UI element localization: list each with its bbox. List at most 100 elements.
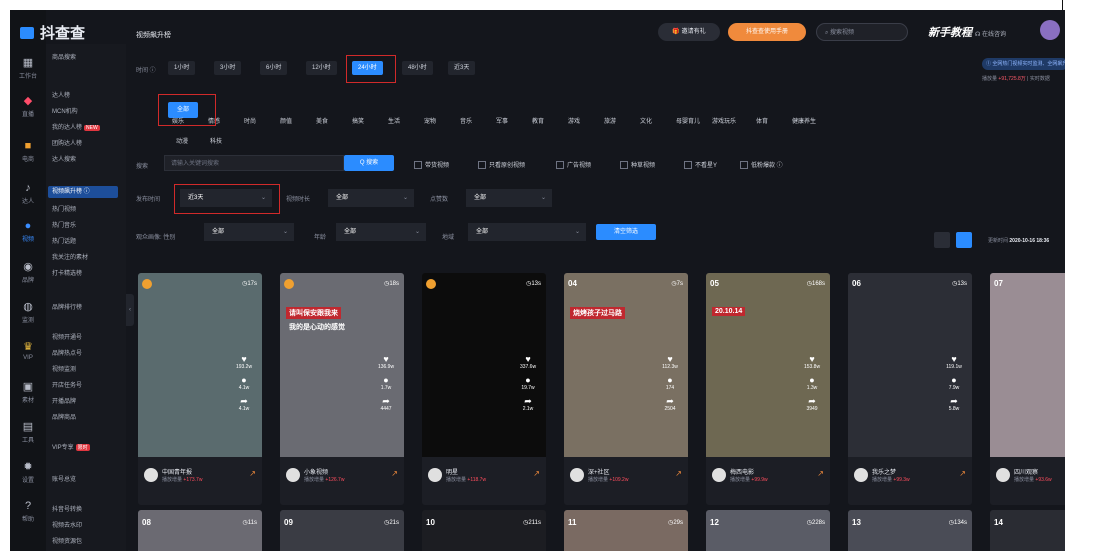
rail-item-help[interactable]: ? 帮助 bbox=[10, 500, 46, 523]
rail-item-talent[interactable]: ♪ 达人 bbox=[10, 182, 46, 205]
author-name[interactable]: 中国青年报 bbox=[162, 467, 192, 476]
notice-banner[interactable]: ① 全网热门视频实时监测、全网飙升视频 bbox=[982, 58, 1065, 70]
invite-button[interactable]: 🎁 邀请有礼 bbox=[658, 23, 720, 41]
rail-item-video[interactable]: ● 视频 bbox=[10, 220, 46, 243]
category-item[interactable]: 宠物 bbox=[424, 116, 436, 125]
submenu-item[interactable]: 视频去水印 bbox=[52, 520, 82, 529]
author-name[interactable]: 我乐之梦 bbox=[872, 467, 896, 476]
comment-count[interactable]: ● 4.1w bbox=[232, 376, 256, 392]
submenu-item-video-rising[interactable]: 视频飙升榜 ⓘ bbox=[48, 186, 118, 198]
region-select[interactable]: 全部 ⌄ bbox=[468, 223, 586, 241]
like-count[interactable]: ♥ 112.3w bbox=[658, 355, 682, 371]
rail-item-live[interactable]: ◆ 直播 bbox=[10, 94, 46, 118]
author-name[interactable]: 明星 bbox=[446, 467, 458, 476]
submenu-item[interactable]: 视频开通号 bbox=[52, 332, 82, 341]
comment-count[interactable]: ● 7.9w bbox=[942, 376, 966, 392]
like-count[interactable]: ♥ 153.8w bbox=[800, 355, 824, 371]
author-avatar[interactable] bbox=[996, 468, 1010, 482]
duration-select[interactable]: 全部 ⌄ bbox=[328, 189, 414, 207]
rail-item-material[interactable]: ▣ 素材 bbox=[10, 380, 46, 404]
submenu-item[interactable]: 账号总览 bbox=[52, 474, 76, 483]
category-item[interactable]: 时尚 bbox=[244, 116, 256, 125]
video-card[interactable]: 06 ◷13s ♥ 119.1w ● 7.9w ➦ 5.8w 我乐之梦 播放增量 +99.3w ↗ bbox=[848, 273, 972, 505]
comment-count[interactable]: ● 19.7w bbox=[516, 376, 540, 392]
like-count[interactable]: ♥ 119.1w bbox=[942, 355, 966, 371]
manual-button[interactable]: 抖查查使用手册 bbox=[728, 23, 806, 41]
category-item[interactable]: 生活 bbox=[388, 116, 400, 125]
category-item[interactable]: 美食 bbox=[316, 116, 328, 125]
category-item[interactable]: 游戏 bbox=[568, 116, 580, 125]
video-card[interactable]: 10 ◷211s bbox=[422, 510, 546, 551]
submenu-item[interactable]: 我关注的素材 bbox=[52, 252, 88, 261]
likes-select[interactable]: 全部 ⌄ bbox=[466, 189, 552, 207]
share-count[interactable]: ➦ 2504 bbox=[658, 397, 682, 413]
submenu-item[interactable]: 品牌商品 bbox=[52, 412, 76, 421]
search-input[interactable]: ⌕ 搜索视频 bbox=[816, 23, 908, 41]
external-link-icon[interactable]: ↗ bbox=[817, 469, 824, 478]
submenu-item[interactable]: MCN机构 bbox=[52, 106, 78, 115]
age-select[interactable]: 全部 ⌄ bbox=[336, 223, 426, 241]
avatar[interactable] bbox=[1040, 20, 1060, 40]
checkbox-xingtu[interactable]: 不看星Y bbox=[684, 160, 717, 170]
checkbox-ad[interactable]: 广告视频 bbox=[556, 160, 591, 170]
collapse-handle[interactable]: ‹ bbox=[126, 294, 134, 326]
video-thumbnail[interactable] bbox=[990, 273, 1065, 457]
category-item[interactable]: 颜值 bbox=[280, 116, 292, 125]
submenu-item[interactable]: 热门视频 bbox=[52, 204, 76, 213]
author-avatar[interactable] bbox=[286, 468, 300, 482]
rail-item-workbench[interactable]: ▦ 工作台 bbox=[10, 56, 46, 80]
time-option[interactable]: 近3天 bbox=[448, 61, 476, 75]
grid-view-toggle[interactable] bbox=[934, 232, 950, 248]
external-link-icon[interactable]: ↗ bbox=[959, 469, 966, 478]
author-name[interactable]: 四川观察 bbox=[1014, 467, 1038, 476]
rail-item-brand[interactable]: ◉ 品牌 bbox=[10, 260, 46, 284]
category-item[interactable]: 搞笑 bbox=[352, 116, 364, 125]
list-view-toggle[interactable] bbox=[956, 232, 972, 248]
external-link-icon[interactable]: ↗ bbox=[675, 469, 682, 478]
author-name[interactable]: 深+社区 bbox=[588, 467, 610, 476]
category-item[interactable]: 旅游 bbox=[604, 116, 616, 125]
video-card[interactable]: 14◷24s bbox=[990, 510, 1065, 551]
author-name[interactable]: 梅西电影 bbox=[730, 467, 754, 476]
rail-item-monitor[interactable]: ◍ 监测 bbox=[10, 300, 46, 324]
video-card[interactable]: 12 ◷228s bbox=[706, 510, 830, 551]
submenu-item[interactable]: 打卡精选榜 bbox=[52, 268, 82, 277]
category-item[interactable]: 科技 bbox=[210, 136, 222, 145]
category-item[interactable]: 音乐 bbox=[460, 116, 472, 125]
comment-count[interactable]: ● 1.3w bbox=[800, 376, 824, 392]
logo[interactable]: 抖查查 bbox=[20, 22, 85, 43]
checkbox-original[interactable]: 只看原创视频 bbox=[478, 160, 525, 170]
video-card[interactable]: 11 ◷29s bbox=[564, 510, 688, 551]
category-item[interactable]: 健康养生 bbox=[792, 116, 816, 125]
customer-service-link[interactable]: ☊ 在线咨询 bbox=[975, 29, 1006, 38]
author-avatar[interactable] bbox=[428, 468, 442, 482]
rail-item-vip[interactable]: ♛ VIP bbox=[10, 340, 46, 361]
share-count[interactable]: ➦ 3949 bbox=[800, 397, 824, 413]
checkbox-goods-video[interactable]: 带货视频 bbox=[414, 160, 449, 170]
like-count[interactable]: ♥ 136.9w bbox=[374, 355, 398, 371]
gender-select[interactable]: 全部 ⌄ bbox=[204, 223, 294, 241]
submenu-item[interactable]: 团购达人榜 bbox=[52, 138, 82, 147]
video-card[interactable]: ◷13s ♥ 337.6w ● 19.7w ➦ 2.1w 明星 播放增量 +118.7w ↗ bbox=[422, 273, 546, 505]
like-count[interactable]: ♥ 193.2w bbox=[232, 355, 256, 371]
share-count[interactable]: ➦ 4447 bbox=[374, 397, 398, 413]
category-item[interactable]: 文化 bbox=[640, 116, 652, 125]
submenu-item[interactable]: 抖音号转换 bbox=[52, 504, 82, 513]
time-option[interactable]: 3小时 bbox=[214, 61, 242, 75]
rail-item-shop[interactable]: ■ 电商 bbox=[10, 140, 46, 163]
author-avatar[interactable] bbox=[854, 468, 868, 482]
clear-filter-button[interactable]: 清空筛选 bbox=[596, 224, 656, 240]
external-link-icon[interactable]: ↗ bbox=[249, 469, 256, 478]
video-card[interactable]: 09 ◷21s bbox=[280, 510, 404, 551]
submenu-item[interactable]: 达人搜索 bbox=[52, 154, 76, 163]
submenu-item[interactable]: 热门音乐 bbox=[52, 220, 76, 229]
category-item[interactable]: 游戏玩乐 bbox=[712, 116, 736, 125]
submenu-item[interactable]: 品牌排行榜 bbox=[52, 302, 82, 311]
author-avatar[interactable] bbox=[144, 468, 158, 482]
submenu-item[interactable]: 开店任务号 bbox=[52, 380, 82, 389]
comment-count[interactable]: ● 1.7w bbox=[374, 376, 398, 392]
video-card[interactable]: 07◷13s♥115.9w●➦四川观察播放增量 +93.6w↗ bbox=[990, 273, 1065, 505]
video-card[interactable]: 13 ◷134s bbox=[848, 510, 972, 551]
external-link-icon[interactable]: ↗ bbox=[533, 469, 540, 478]
author-avatar[interactable] bbox=[570, 468, 584, 482]
